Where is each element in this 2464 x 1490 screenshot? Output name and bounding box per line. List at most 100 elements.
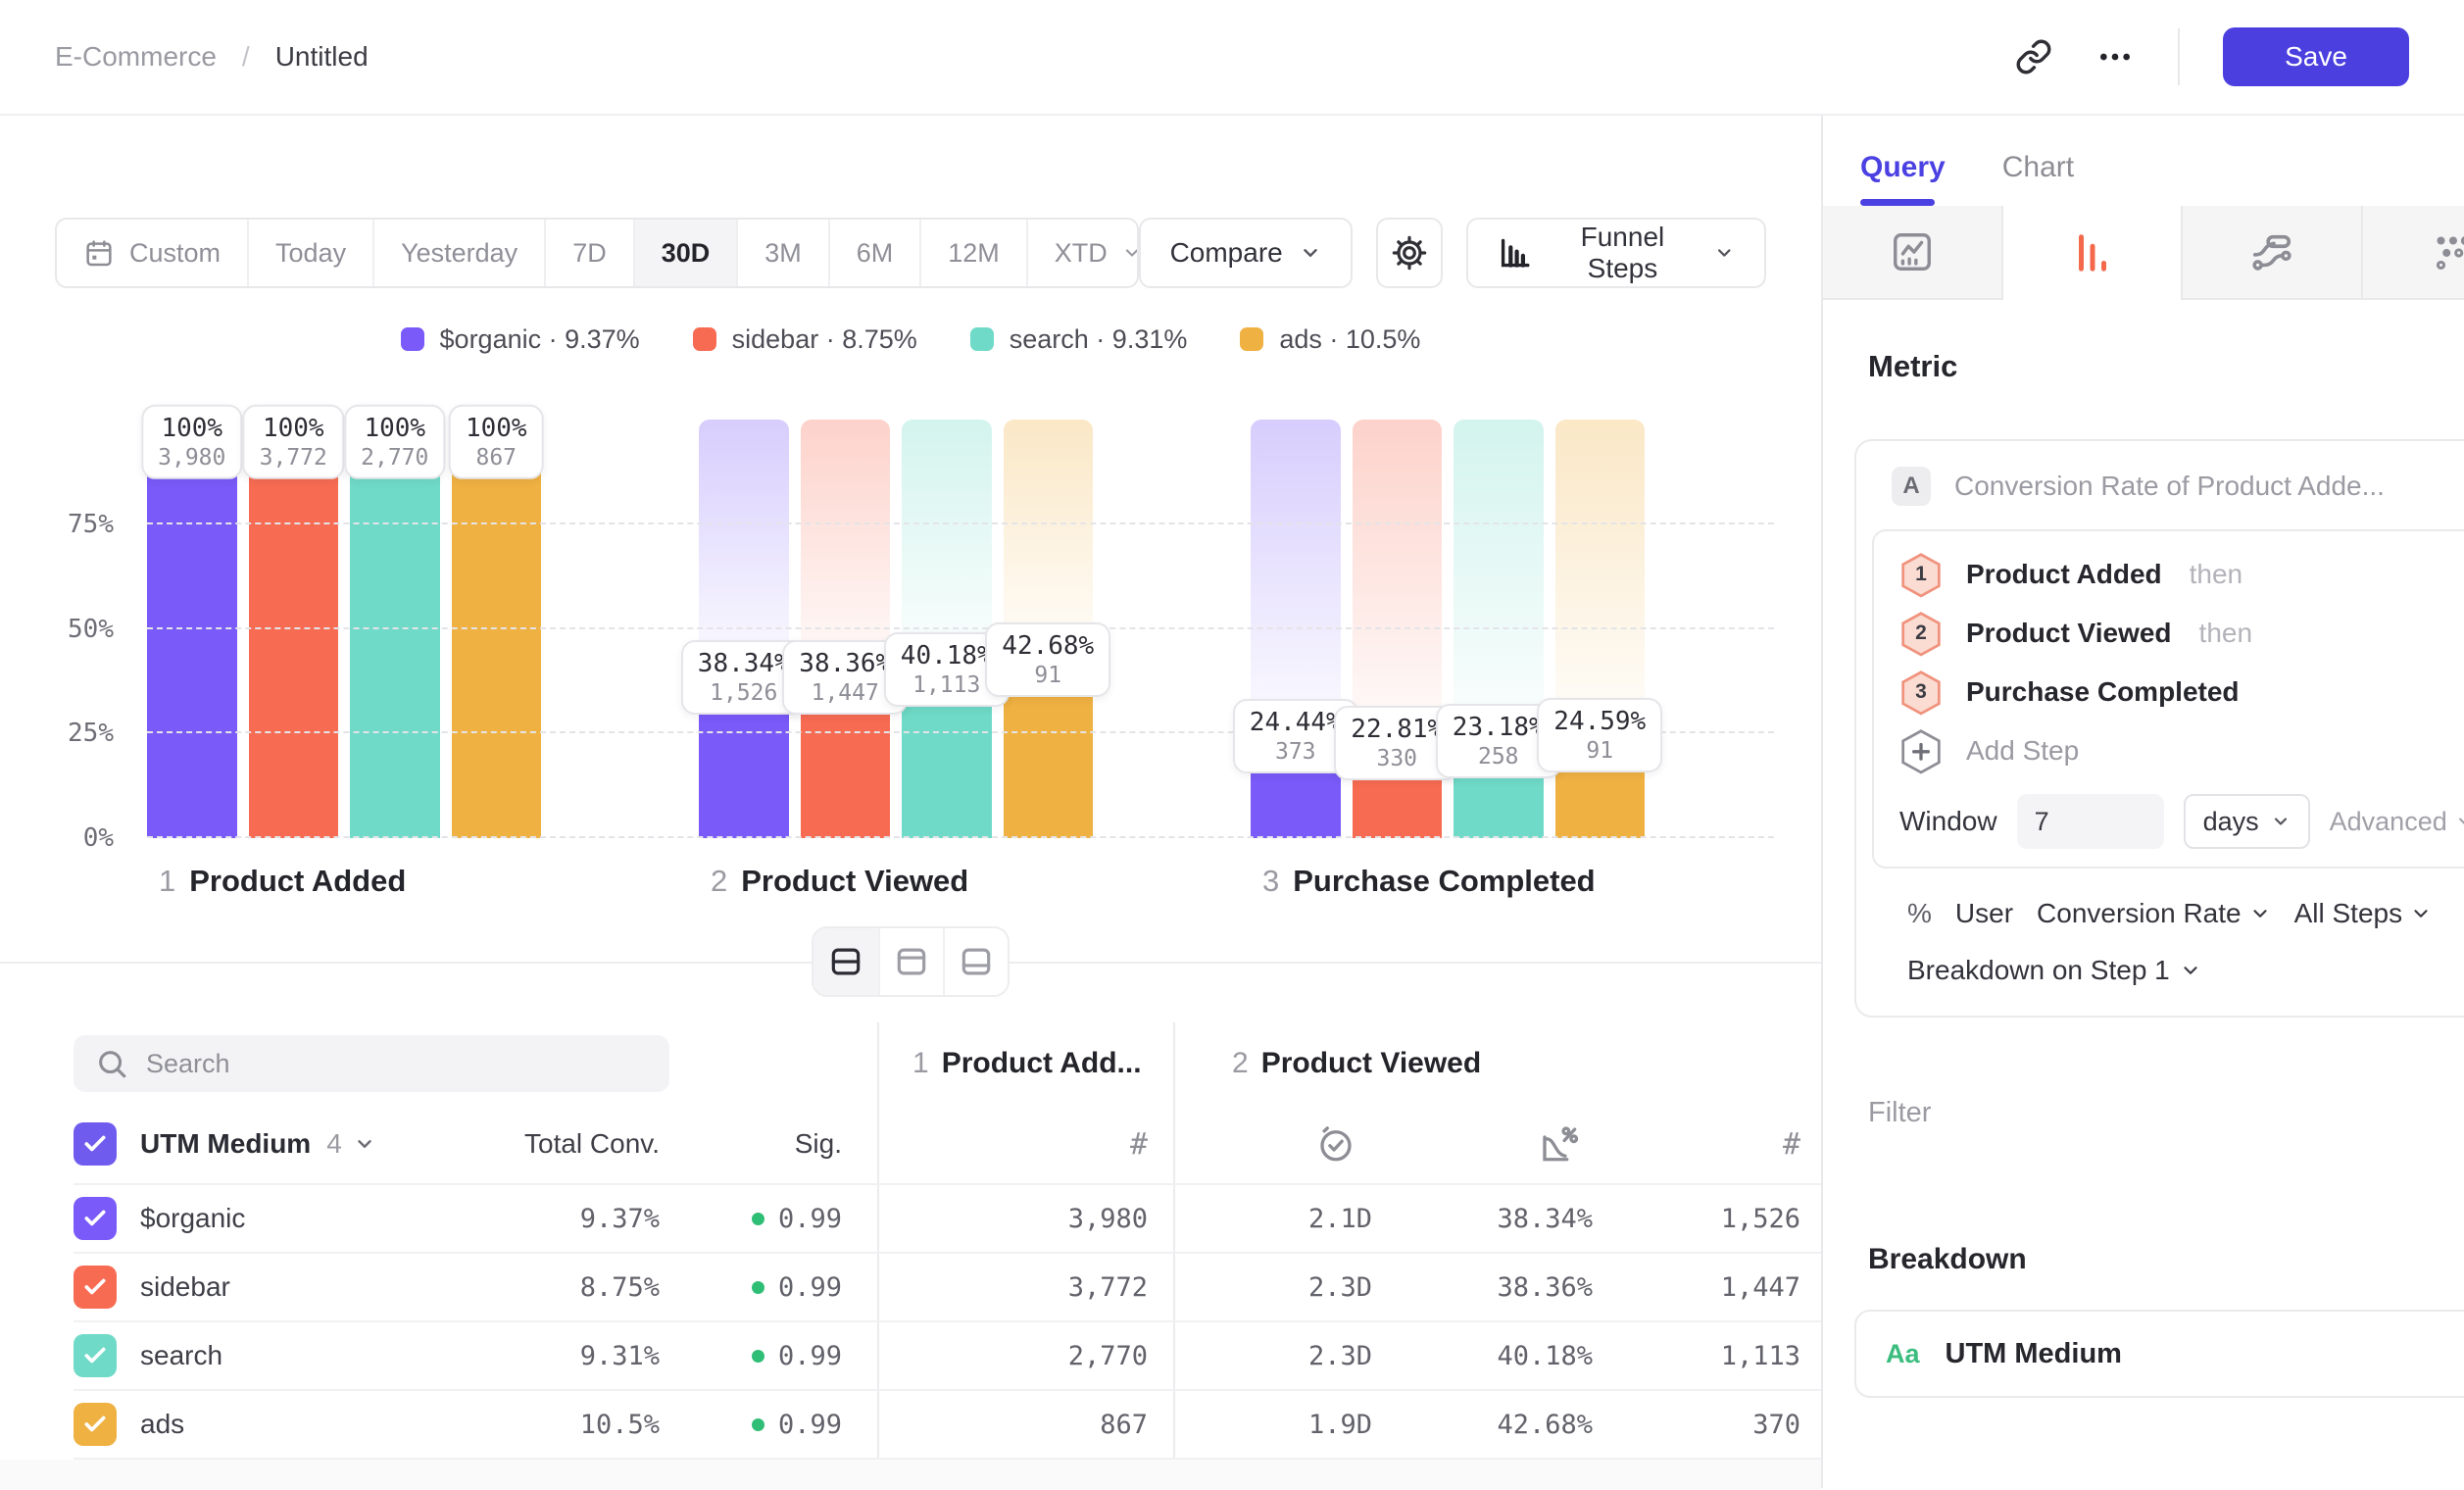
date-range-xtd[interactable]: XTD: [1026, 220, 1139, 286]
legend-item[interactable]: $organic · 9.37%: [401, 324, 640, 355]
query-step-3[interactable]: 3Purchase Completed: [1899, 663, 2464, 721]
breakdown-item[interactable]: Aa UTM Medium: [1854, 1310, 2464, 1398]
legend-swatch: [693, 327, 716, 351]
tab-line-chart[interactable]: [1823, 206, 2003, 300]
funnel-bar-search[interactable]: 100%2,770: [350, 420, 440, 838]
date-range-30d[interactable]: 30D: [633, 220, 737, 286]
legend-swatch: [1240, 327, 1263, 351]
step-hexagon-icon: 2: [1899, 611, 1943, 656]
funnel-bar-search[interactable]: 40.18%1,113: [902, 420, 992, 838]
row-checkbox[interactable]: [74, 1334, 117, 1377]
tab-query[interactable]: Query: [1860, 151, 1946, 206]
table-step2-header[interactable]: 2 Product Viewed: [1173, 1022, 1808, 1105]
chevron-down-icon: [1300, 242, 1321, 264]
add-step-button[interactable]: Add Step: [1899, 721, 2464, 780]
breadcrumb-project[interactable]: E-Commerce: [55, 41, 217, 73]
compare-button[interactable]: Compare: [1139, 218, 1353, 288]
header-actions: Save: [2015, 27, 2409, 86]
row-total-conv: 10.5%: [397, 1391, 671, 1458]
table-search[interactable]: [74, 1035, 669, 1092]
more-menu-icon[interactable]: [2095, 37, 2135, 76]
date-range-12m[interactable]: 12M: [919, 220, 1026, 286]
query-step-2[interactable]: 2Product Viewedthen: [1899, 604, 2464, 663]
funnel-bar-sidebar[interactable]: 38.36%1,447: [801, 420, 891, 838]
metric-title-row[interactable]: A Conversion Rate of Product Adde...: [1892, 467, 2464, 506]
layout-split-button[interactable]: [813, 928, 878, 995]
chart-settings-button[interactable]: [1376, 218, 1443, 288]
measure-dropdown[interactable]: Conversion Rate: [2037, 898, 2271, 929]
layout-top-button[interactable]: [878, 928, 943, 995]
avg-time-column-header[interactable]: [1173, 1105, 1372, 1183]
kebab-menu-icon[interactable]: [2459, 1337, 2464, 1370]
table-top-row: 1 Product Add... 2 Product Viewed: [74, 1022, 1821, 1105]
tab-segmentation-chart[interactable]: [2363, 206, 2464, 300]
row-checkbox[interactable]: [74, 1266, 117, 1309]
funnel-bar-fill: [350, 420, 440, 838]
step-number: 3: [1915, 680, 1927, 704]
group-by-dropdown[interactable]: UTM Medium 4: [140, 1128, 375, 1160]
advanced-dropdown[interactable]: Advanced: [2330, 807, 2464, 837]
table-row-$organic: $organic9.37%0.993,9802.1D38.34%1,526: [74, 1183, 1821, 1252]
row-checkbox[interactable]: [74, 1197, 117, 1240]
funnel-bar-sidebar[interactable]: 100%3,772: [249, 420, 339, 838]
funnel-bar-$organic[interactable]: 100%3,980: [147, 420, 237, 838]
step-suffix: then: [2199, 618, 2253, 649]
funnel-step-labels: 1Product Added2Product Viewed3Purchase C…: [147, 862, 1645, 901]
date-range-6m[interactable]: 6M: [828, 220, 920, 286]
row-step2-count: 1,447: [1593, 1254, 1808, 1320]
bar-count-value: 91: [1002, 663, 1094, 688]
breakdown-on-dropdown[interactable]: Breakdown on Step 1: [1907, 955, 2464, 986]
tab-retention-chart[interactable]: [2183, 206, 2363, 300]
layout-bottom-button[interactable]: [943, 928, 1008, 995]
funnel-step-group-1: 100%3,980100%3,772100%2,770100%867: [147, 420, 541, 838]
date-range-3m[interactable]: 3M: [736, 220, 828, 286]
funnel-bar-sidebar[interactable]: 22.81%330: [1353, 420, 1443, 838]
row-checkbox[interactable]: [74, 1403, 117, 1446]
window-unit-dropdown[interactable]: days: [2184, 794, 2310, 849]
funnel-bar-ads[interactable]: 42.68%91: [1004, 420, 1094, 838]
funnel-bar-ads[interactable]: 100%867: [452, 420, 542, 838]
date-range-custom[interactable]: Custom: [57, 220, 247, 286]
row-conv-rate: 40.18%: [1372, 1322, 1593, 1389]
date-range-today[interactable]: Today: [247, 220, 372, 286]
funnel-bar-$organic[interactable]: 38.34%1,526: [699, 420, 789, 838]
funnel-bar-$organic[interactable]: 24.44%373: [1251, 420, 1341, 838]
step2-count-column-header[interactable]: #: [1593, 1105, 1808, 1183]
measure-scope-dropdown[interactable]: All Steps: [2294, 898, 2433, 929]
date-range-label: 7D: [572, 238, 607, 269]
total-conv-column-header[interactable]: Total Conv.: [397, 1105, 671, 1183]
bar-count-value: 373: [1250, 739, 1342, 765]
row-step1-count: 2,770: [877, 1322, 1173, 1389]
step-number: 1: [1915, 563, 1927, 586]
tab-funnel-chart[interactable]: [2003, 206, 2184, 300]
legend-item[interactable]: sidebar · 8.75%: [693, 324, 917, 355]
funnel-bar-fill: [147, 420, 237, 838]
conv-rate-column-header[interactable]: [1372, 1105, 1593, 1183]
chart-footer: [0, 926, 1821, 997]
chart-type-tabs: [1823, 206, 2464, 300]
search-input[interactable]: [146, 1049, 597, 1079]
bar-count-value: 2,770: [361, 445, 428, 471]
table-step1-header[interactable]: 1 Product Add...: [877, 1022, 1173, 1105]
window-value-input[interactable]: [2017, 794, 2164, 849]
step1-count-column-header[interactable]: #: [877, 1105, 1173, 1183]
step-name: Product Viewed: [741, 864, 968, 899]
top-bar: E-Commerce / Untitled Save: [0, 0, 2464, 116]
sig-column-header[interactable]: Sig.: [671, 1105, 877, 1183]
filter-label: Filter: [1868, 1097, 1931, 1129]
save-button[interactable]: Save: [2223, 27, 2409, 86]
funnel-bar-ads[interactable]: 24.59%91: [1555, 420, 1646, 838]
date-range-label: 3M: [764, 238, 802, 269]
tab-chart[interactable]: Chart: [2002, 151, 2074, 206]
funnel-bar-search[interactable]: 23.18%258: [1454, 420, 1544, 838]
measure-entity[interactable]: User: [1955, 898, 2013, 929]
share-link-icon[interactable]: [2015, 38, 2052, 75]
chart-type-button[interactable]: Funnel Steps: [1466, 218, 1766, 288]
date-range-yesterday[interactable]: Yesterday: [372, 220, 544, 286]
query-step-1[interactable]: 1Product Addedthen: [1899, 545, 2464, 604]
legend-item[interactable]: ads · 10.5%: [1240, 324, 1420, 355]
select-all-checkbox[interactable]: [74, 1122, 117, 1166]
breadcrumb-report-title[interactable]: Untitled: [275, 41, 369, 73]
legend-item[interactable]: search · 9.31%: [970, 324, 1188, 355]
date-range-7d[interactable]: 7D: [544, 220, 633, 286]
